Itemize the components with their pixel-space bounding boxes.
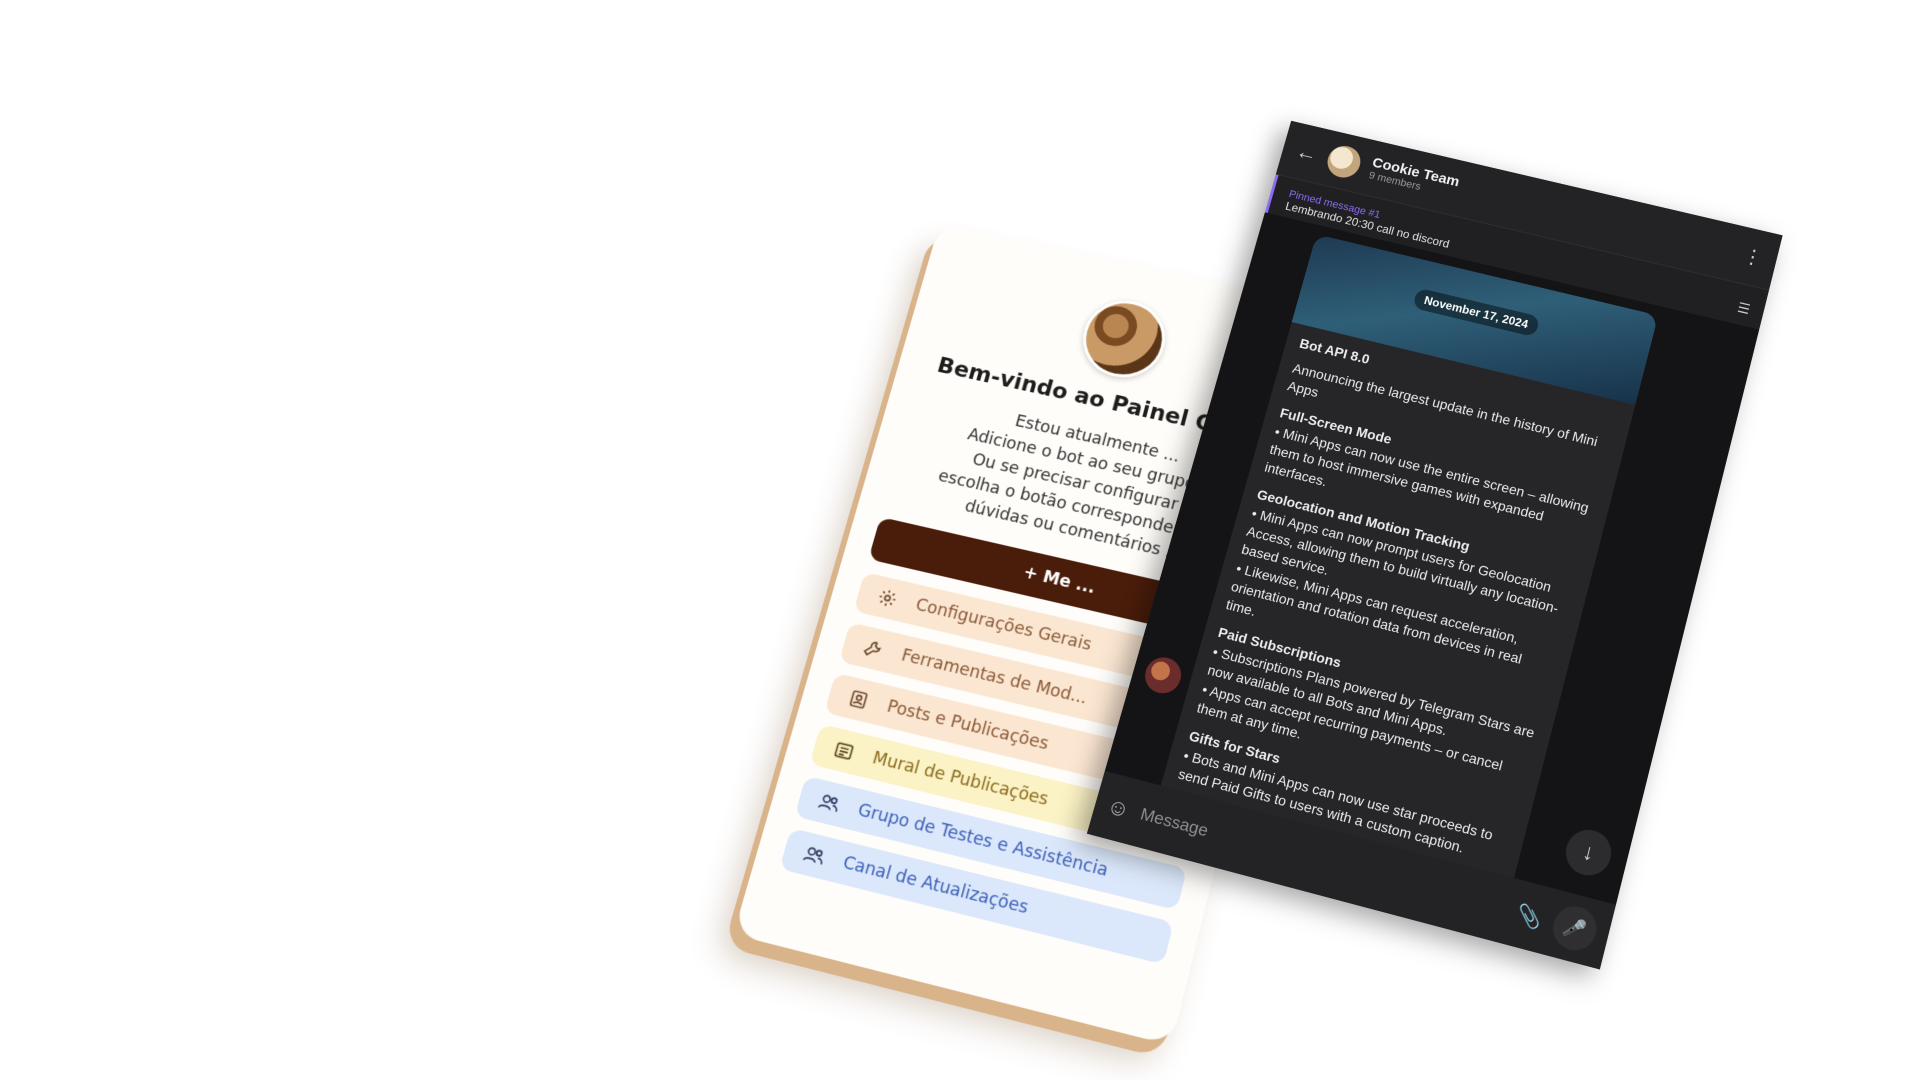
more-options-icon[interactable]: ⋮ — [1740, 243, 1765, 271]
primary-button-label: + Me ... — [1021, 563, 1098, 598]
date-badge: November 17, 2024 — [1412, 287, 1541, 338]
group-icon — [799, 841, 829, 870]
wrench-icon — [858, 635, 887, 663]
chat-avatar[interactable] — [1323, 142, 1365, 181]
emoji-icon[interactable]: ☺ — [1104, 792, 1133, 823]
sender-avatar[interactable] — [1140, 653, 1186, 698]
group-icon — [814, 789, 844, 818]
contact-card-icon — [844, 685, 873, 713]
microphone-icon[interactable]: 🎤 — [1548, 901, 1602, 956]
chat-title-block[interactable]: Cookie Team 9 members — [1368, 155, 1462, 201]
telegram-screen: ← Cookie Team 9 members ⋮ Pinned message… — [1086, 120, 1783, 970]
pin-list-icon[interactable]: ☰ — [1736, 299, 1752, 318]
notes-icon — [829, 737, 859, 766]
cookie-avatar — [1074, 293, 1174, 385]
gear-icon — [873, 584, 902, 612]
telegram-chat: ← Cookie Team 9 members ⋮ Pinned message… — [1086, 120, 1783, 970]
attach-icon[interactable]: 📎 — [1514, 900, 1545, 932]
back-arrow-icon[interactable]: ← — [1293, 139, 1321, 167]
